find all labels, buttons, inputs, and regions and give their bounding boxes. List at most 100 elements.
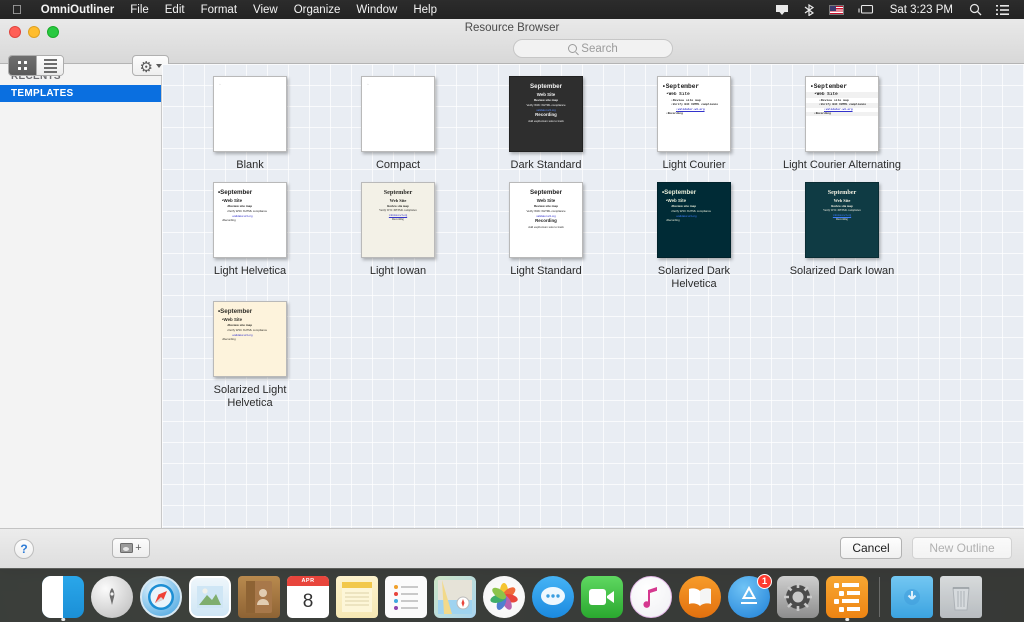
template-item-light-courier[interactable]: September Web Site Review site map Verif… xyxy=(620,76,768,172)
help-button[interactable]: ? xyxy=(14,539,34,559)
template-thumbnail-solarized-light-helvetica[interactable]: September Web Site Review site map Verif… xyxy=(213,301,287,377)
menu-bar-clock[interactable]: Sat 3:23 PM xyxy=(881,4,962,16)
menu-item-format[interactable]: Format xyxy=(193,4,245,16)
dock-item-maps[interactable] xyxy=(433,575,477,619)
outline-heading: Web Site xyxy=(662,92,726,99)
dock-item-safari[interactable] xyxy=(139,575,183,619)
us-flag-icon[interactable] xyxy=(822,5,851,15)
dock-item-finder[interactable] xyxy=(41,575,85,619)
outline-title: September xyxy=(806,82,878,92)
outline-heading: Web Site xyxy=(514,92,578,99)
template-label: Light Courier Alternating xyxy=(782,159,902,172)
template-item-blank[interactable]: ◦ Blank xyxy=(176,76,324,172)
template-thumbnail-solarized-dark-helvetica[interactable]: September Web Site Review site map Verif… xyxy=(657,182,731,258)
template-thumbnail-compact[interactable]: ◦ xyxy=(361,76,435,152)
menu-bar:  OmniOutliner File Edit Format View Org… xyxy=(0,0,1024,19)
image-icon xyxy=(120,543,133,553)
template-label: Blank xyxy=(190,159,310,172)
menu-item-help[interactable]: Help xyxy=(405,4,445,16)
template-item-solarized-dark-helvetica[interactable]: September Web Site Review site map Verif… xyxy=(620,182,768,291)
contacts-book-icon xyxy=(238,576,280,618)
sidebar-item-templates[interactable]: TEMPLATES xyxy=(0,85,161,102)
menu-item-organize[interactable]: Organize xyxy=(286,4,349,16)
dock-item-system-preferences[interactable] xyxy=(776,575,820,619)
menu-item-omnioutliner[interactable]: OmniOutliner xyxy=(33,4,122,16)
downloads-folder-icon xyxy=(891,576,933,618)
dock-item-launchpad[interactable] xyxy=(90,575,134,619)
template-item-light-helvetica[interactable]: September Web Site Review site map Verif… xyxy=(176,182,324,291)
dock-item-notes[interactable] xyxy=(335,575,379,619)
outline-section-2: Recording xyxy=(218,218,282,222)
template-item-solarized-light-helvetica[interactable]: September Web Site Review site map Verif… xyxy=(176,301,324,410)
search-placeholder: Search xyxy=(581,43,617,55)
template-item-dark-standard[interactable]: September Web Site Review site map Verif… xyxy=(472,76,620,172)
photos-pinwheel-icon xyxy=(483,576,525,618)
list-view-button[interactable] xyxy=(36,56,63,75)
outline-section-2: Recording xyxy=(514,112,578,119)
menu-item-view[interactable]: View xyxy=(245,4,286,16)
airplay-icon[interactable] xyxy=(768,4,796,16)
dock-item-messages[interactable] xyxy=(531,575,575,619)
notification-center-icon[interactable] xyxy=(989,4,1016,16)
template-thumbnail-blank[interactable]: ◦ xyxy=(213,76,287,152)
template-item-compact[interactable]: ◦ Compact xyxy=(324,76,472,172)
dock-item-ibooks[interactable] xyxy=(678,575,722,619)
outline-title: September xyxy=(218,188,282,198)
dock-item-photos[interactable] xyxy=(482,575,526,619)
chevron-down-icon xyxy=(156,64,162,68)
template-thumbnail-light-courier[interactable]: September Web Site Review site map Verif… xyxy=(657,76,731,152)
outline-section-2: Recording xyxy=(514,218,578,225)
mail-stamp-icon xyxy=(189,576,231,618)
menu-item-file[interactable]: File xyxy=(122,4,157,16)
outline-row-3: Add euphonium solo to track xyxy=(514,225,578,229)
outline-title: September xyxy=(662,82,726,92)
grid-view-button[interactable] xyxy=(9,56,36,75)
dock-separator xyxy=(879,577,880,617)
facetime-camera-icon xyxy=(581,576,623,618)
calendar-icon: APR 8 xyxy=(287,576,329,618)
safari-compass-icon xyxy=(140,576,182,618)
apple-menu-icon[interactable]:  xyxy=(0,3,33,16)
omnioutliner-icon xyxy=(826,576,868,618)
template-thumbnail-dark-standard[interactable]: September Web Site Review site map Verif… xyxy=(509,76,583,152)
template-item-light-standard[interactable]: September Web Site Review site map Verif… xyxy=(472,182,620,291)
template-item-solarized-dark-iowan[interactable]: September Web Site Review site map Verif… xyxy=(768,182,916,291)
spotlight-search-icon[interactable] xyxy=(962,3,989,16)
bluetooth-icon[interactable] xyxy=(796,4,822,16)
dock-item-app-store[interactable]: 1 xyxy=(727,575,771,619)
dock-item-downloads-folder[interactable] xyxy=(890,575,934,619)
template-item-light-courier-alternating[interactable]: September Web Site Review site map Verif… xyxy=(768,76,916,172)
outline-section-2: Recording xyxy=(662,112,726,116)
template-thumbnail-solarized-dark-iowan[interactable]: September Web Site Review site map Verif… xyxy=(805,182,879,258)
view-mode-toggle[interactable] xyxy=(8,55,64,76)
dock-item-omnioutliner[interactable] xyxy=(825,575,869,619)
menu-item-window[interactable]: Window xyxy=(348,4,405,16)
outline-title: September xyxy=(514,82,578,92)
add-resource-button[interactable]: + xyxy=(112,538,150,558)
template-label: Light Standard xyxy=(486,265,606,278)
outline-heading: Web Site xyxy=(662,198,726,205)
outline-rows-icon xyxy=(834,583,860,612)
template-thumbnail-light-standard[interactable]: September Web Site Review site map Verif… xyxy=(509,182,583,258)
new-outline-button[interactable]: New Outline xyxy=(912,537,1012,559)
dock-item-mail[interactable] xyxy=(188,575,232,619)
dock-item-calendar[interactable]: APR 8 xyxy=(286,575,330,619)
dock-item-reminders[interactable] xyxy=(384,575,428,619)
cancel-button[interactable]: Cancel xyxy=(840,537,902,559)
template-thumbnail-light-helvetica[interactable]: September Web Site Review site map Verif… xyxy=(213,182,287,258)
calendar-month: APR xyxy=(287,576,329,586)
dock-item-facetime[interactable] xyxy=(580,575,624,619)
screen-sharing-icon[interactable] xyxy=(851,4,881,16)
template-item-light-iowan[interactable]: September Web Site Review site map Verif… xyxy=(324,182,472,291)
dock-item-contacts[interactable] xyxy=(237,575,281,619)
template-thumbnail-light-courier-alternating[interactable]: September Web Site Review site map Verif… xyxy=(805,76,879,152)
itunes-note-icon xyxy=(630,576,672,618)
outline-section-2: Recording xyxy=(218,337,282,341)
dock-item-trash[interactable] xyxy=(939,575,983,619)
search-field[interactable]: Search xyxy=(513,39,673,58)
dock-item-itunes[interactable] xyxy=(629,575,673,619)
template-label: Light Iowan xyxy=(338,265,458,278)
template-thumbnail-light-iowan[interactable]: September Web Site Review site map Verif… xyxy=(361,182,435,258)
resource-browser-window: Resource Browser Search RECENTS TEMPLATE… xyxy=(0,19,1024,568)
menu-item-edit[interactable]: Edit xyxy=(157,4,193,16)
